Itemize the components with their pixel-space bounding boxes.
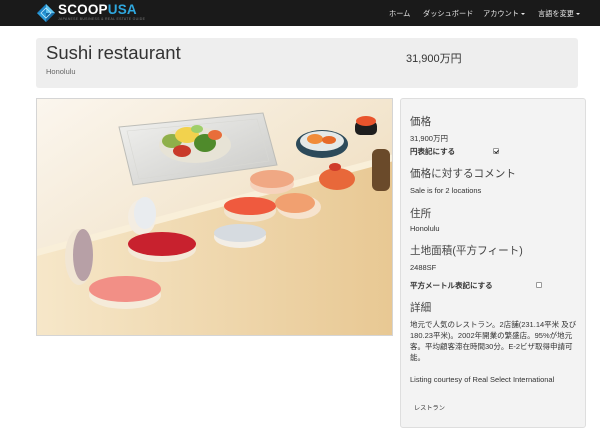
address-label: 住所 [410, 208, 432, 220]
details-panel: 価格 31,900万円 円表記にする 価格に対するコメント Sale is fo… [400, 98, 586, 428]
sqm-toggle-checkbox[interactable] [536, 282, 542, 288]
address-value: Honolulu [410, 224, 440, 233]
diamond-logo-icon [37, 4, 55, 22]
nav-account[interactable]: アカウント [483, 9, 525, 18]
land-area-label: 土地面積(平方フィート) [410, 245, 523, 257]
price-comment-value: Sale is for 2 locations [410, 186, 482, 195]
detail-label: 詳細 [410, 302, 432, 314]
chevron-down-icon [520, 13, 525, 15]
sushi-photo-image [37, 99, 392, 335]
nav-language[interactable]: 言語を変更 [538, 9, 580, 18]
listing-header: Sushi restaurant Honolulu 31,900万円 [36, 38, 578, 88]
category-tag[interactable]: レストラン [414, 403, 445, 412]
price-label: 価格 [410, 116, 432, 128]
land-area-value: 2488SF [410, 263, 437, 272]
sqm-toggle-label: 平方メートル表記にする [410, 281, 493, 290]
yen-toggle-label: 円表記にする [410, 147, 456, 156]
price-comment-label: 価格に対するコメント [410, 168, 516, 180]
listing-photo[interactable] [36, 98, 393, 336]
logo-wordmark: SCOOPUSA [58, 2, 137, 17]
top-navbar: SCOOPUSA JAPANESE BUSINESS & REAL ESTATE… [0, 0, 600, 26]
listing-price: 31,900万円 [406, 53, 462, 65]
yen-toggle-checkbox[interactable] [493, 148, 499, 154]
listing-title: Sushi restaurant [46, 42, 181, 63]
price-value: 31,900万円 [410, 134, 448, 143]
logo-tagline: JAPANESE BUSINESS & REAL ESTATE GUIDE [58, 17, 146, 21]
nav-dashboard[interactable]: ダッシュボード [423, 9, 473, 18]
scoopusa-logo[interactable]: SCOOPUSA JAPANESE BUSINESS & REAL ESTATE… [36, 3, 145, 23]
chevron-down-icon [575, 13, 580, 15]
detail-text: 地元で人気のレストラン。2店舗(231.14平米 及び180.23平米)。200… [410, 320, 577, 362]
nav-home[interactable]: ホーム [389, 9, 410, 18]
listing-courtesy: Listing courtesy of Real Select Internat… [410, 375, 555, 384]
listing-location: Honolulu [46, 67, 76, 76]
